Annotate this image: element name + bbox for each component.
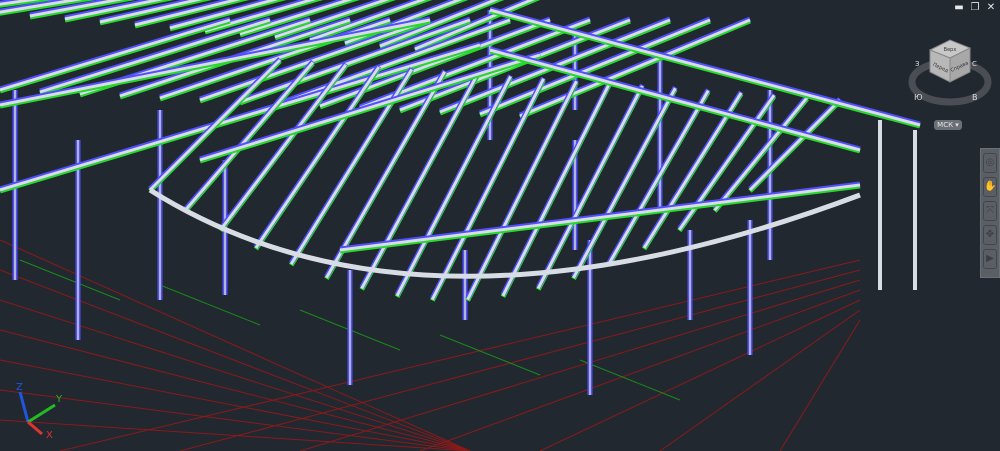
grid-axis-line: [419, 289, 861, 451]
orbit-icon[interactable]: ✥: [983, 225, 997, 245]
grid-axis-line: [0, 419, 471, 451]
showmotion-icon[interactable]: ▶: [983, 249, 997, 269]
ucs-icon: Z Y X: [16, 382, 63, 440]
pan-hand-icon[interactable]: ✋: [983, 177, 997, 197]
grid-axis-line: [0, 329, 471, 451]
curved-edge-beam: [148, 187, 861, 279]
grid-axis-line: [779, 319, 861, 451]
model-viewport[interactable]: [0, 0, 1000, 451]
restore-button[interactable]: ❐: [970, 2, 980, 13]
floor-girder: [339, 183, 861, 252]
foundation-outline: [19, 259, 121, 301]
compass-west[interactable]: З: [915, 60, 920, 68]
ucs-y-label: Y: [55, 394, 63, 405]
ucs-menu-button[interactable]: МСК ▾: [934, 120, 962, 130]
navigation-bar: ◎ ✋ ⤧ ✥ ▶: [980, 148, 1000, 278]
compass-north[interactable]: С: [972, 60, 977, 68]
foundation-outline: [579, 359, 681, 401]
close-button[interactable]: ✕: [986, 2, 996, 13]
ucs-z-label: Z: [16, 382, 23, 393]
steering-wheel-icon[interactable]: ◎: [983, 153, 997, 173]
zoom-icon[interactable]: ⤧: [983, 201, 997, 221]
minimize-button[interactable]: ▬: [954, 2, 964, 13]
window-controls: ▬ ❐ ✕: [954, 2, 996, 13]
ucs-x-label: X: [46, 430, 53, 440]
grid-axis-line: [0, 299, 471, 451]
viewcube[interactable]: Верх Перед Справа З Ю В С: [900, 30, 1000, 110]
grid-axis-line: [59, 259, 861, 451]
grid-axis-line: [299, 279, 861, 451]
compass-east[interactable]: В: [972, 93, 978, 102]
cube-label-top: Верх: [944, 47, 957, 53]
grid-axis-line: [179, 269, 861, 451]
compass-south[interactable]: Ю: [914, 93, 923, 102]
grid-axis-line: [0, 359, 471, 451]
